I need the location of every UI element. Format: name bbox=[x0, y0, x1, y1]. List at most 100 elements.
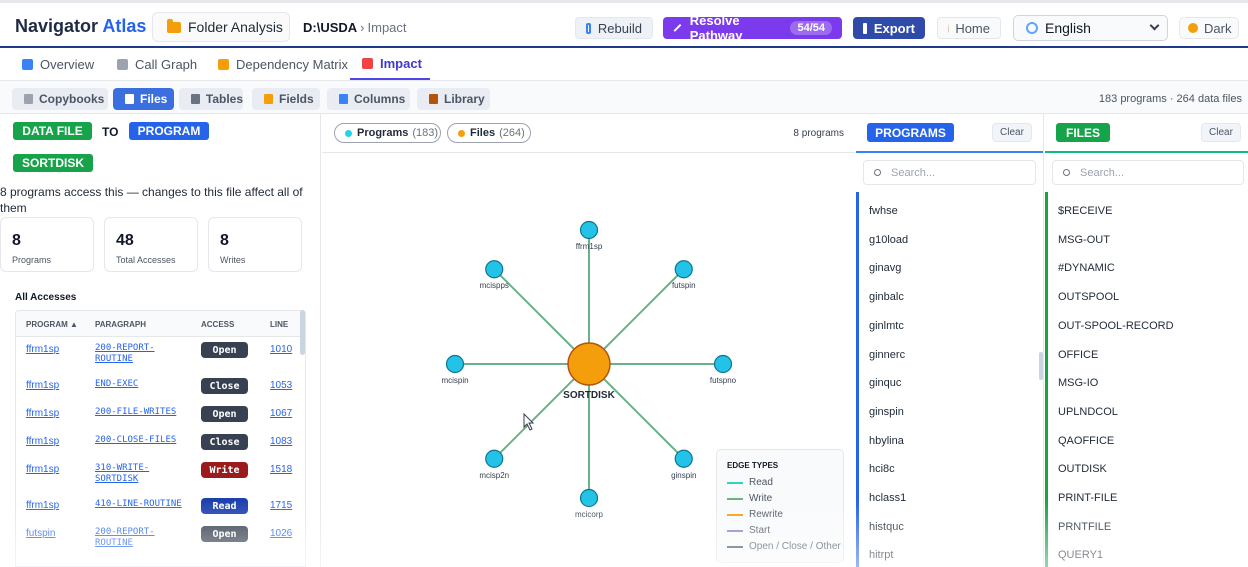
resolve-pathway-button[interactable]: Resolve Pathway 54/54 bbox=[663, 13, 842, 43]
file-node[interactable] bbox=[567, 342, 611, 386]
subtab-tables[interactable]: Tables bbox=[179, 88, 243, 110]
table-row[interactable]: ffrm1sp 310-WRITE-SORTDISK Write 1518 bbox=[16, 459, 305, 489]
tab-call-graph[interactable]: Call Graph bbox=[117, 48, 197, 80]
program-link[interactable]: ffrm1sp bbox=[26, 380, 59, 391]
tab-impact[interactable]: Impact bbox=[350, 48, 430, 80]
program-node[interactable] bbox=[579, 220, 599, 240]
line-link[interactable]: 1083 bbox=[270, 436, 292, 447]
file-list-item[interactable]: $RECEIVE bbox=[1058, 205, 1112, 217]
program-list-item[interactable]: ginnerc bbox=[869, 349, 905, 361]
program-link[interactable]: ffrm1sp bbox=[26, 464, 59, 475]
program-node[interactable] bbox=[445, 354, 465, 374]
subtab-library[interactable]: Library bbox=[417, 88, 490, 110]
file-list-item[interactable]: QAOFFICE bbox=[1058, 435, 1114, 447]
program-node[interactable] bbox=[579, 488, 599, 508]
file-list-item[interactable]: PRNTFILE bbox=[1058, 521, 1111, 533]
paragraph-link[interactable]: 310-WRITE-SORTDISK bbox=[95, 463, 187, 485]
stat-label: Total Accesses bbox=[116, 255, 176, 265]
line-link[interactable]: 1715 bbox=[270, 500, 292, 511]
files-search-input[interactable]: Search... bbox=[1052, 160, 1244, 185]
rebuild-button[interactable]: Rebuild bbox=[575, 17, 653, 39]
paragraph-link[interactable]: 200-CLOSE-FILES bbox=[95, 435, 187, 446]
program-list-item[interactable]: ginquc bbox=[869, 377, 901, 389]
program-node[interactable] bbox=[674, 260, 693, 279]
paragraph-link[interactable]: 410-LINE-ROUTINE bbox=[95, 499, 187, 510]
file-list-item[interactable]: UPLNDCOL bbox=[1058, 406, 1118, 418]
program-list-item[interactable]: hitrpt bbox=[869, 549, 893, 561]
files-clear-button[interactable]: Clear bbox=[1201, 123, 1241, 142]
table-row[interactable]: ffrm1sp END-EXEC Close 1053 bbox=[16, 375, 305, 405]
program-node[interactable] bbox=[485, 260, 504, 279]
column-program[interactable]: PROGRAM ▲ bbox=[26, 320, 78, 329]
to-type-badge[interactable]: PROGRAM bbox=[129, 122, 209, 140]
breadcrumb: D:\USDA › Impact bbox=[303, 20, 407, 35]
from-type-badge[interactable]: DATA FILE bbox=[13, 122, 92, 140]
programs-clear-button[interactable]: Clear bbox=[992, 123, 1032, 142]
column-access[interactable]: ACCESS bbox=[201, 320, 234, 329]
export-button[interactable]: Export bbox=[853, 17, 925, 39]
file-list-item[interactable]: #DYNAMIC bbox=[1058, 262, 1115, 274]
program-list-item[interactable]: fwhse bbox=[869, 205, 898, 217]
file-list-item[interactable]: OUTSPOOL bbox=[1058, 291, 1119, 303]
program-node[interactable] bbox=[674, 449, 693, 468]
filter-programs-chip[interactable]: Programs (183) bbox=[334, 123, 441, 143]
line-link[interactable]: 1067 bbox=[270, 408, 292, 419]
file-list-item[interactable]: QUERY1 bbox=[1058, 549, 1103, 561]
file-list-item[interactable]: OUTDISK bbox=[1058, 463, 1107, 475]
paragraph-link[interactable]: 200-REPORT-ROUTINE bbox=[95, 527, 187, 549]
language-select[interactable]: English bbox=[1013, 15, 1168, 41]
program-link[interactable]: ffrm1sp bbox=[26, 436, 59, 447]
paragraph-link[interactable]: END-EXEC bbox=[95, 379, 187, 390]
file-list-item[interactable]: PRINT-FILE bbox=[1058, 492, 1117, 504]
home-button[interactable]: Home bbox=[937, 17, 1001, 39]
program-list-item[interactable]: ginspin bbox=[869, 406, 904, 418]
theme-toggle[interactable]: Dark bbox=[1179, 17, 1239, 39]
legend-label: Start bbox=[749, 525, 771, 536]
access-badge: Close bbox=[201, 434, 248, 450]
program-link[interactable]: ffrm1sp bbox=[26, 344, 59, 355]
program-node[interactable] bbox=[713, 354, 733, 374]
program-list-item[interactable]: hci8c bbox=[869, 463, 895, 475]
line-link[interactable]: 1010 bbox=[270, 344, 292, 355]
line-link[interactable]: 1518 bbox=[270, 464, 292, 475]
program-link[interactable]: ffrm1sp bbox=[26, 500, 59, 511]
program-list-item[interactable]: histquc bbox=[869, 521, 904, 533]
program-node[interactable] bbox=[485, 449, 504, 468]
paragraph-link[interactable]: 200-FILE-WRITES bbox=[95, 407, 187, 418]
program-list-item[interactable]: ginbalc bbox=[869, 291, 904, 303]
folder-analysis-button[interactable]: Folder Analysis bbox=[152, 12, 290, 42]
programs-list-scrollbar[interactable] bbox=[1039, 352, 1043, 380]
program-list-item[interactable]: g10load bbox=[869, 234, 908, 246]
filter-files-chip[interactable]: Files (264) bbox=[447, 123, 531, 143]
subtab-fields[interactable]: Fields bbox=[252, 88, 320, 110]
program-list-item[interactable]: hbylina bbox=[869, 435, 904, 447]
program-link[interactable]: ffrm1sp bbox=[26, 408, 59, 419]
tab-overview[interactable]: Overview bbox=[22, 48, 94, 80]
line-link[interactable]: 1053 bbox=[270, 380, 292, 391]
tab-dependency-matrix[interactable]: Dependency Matrix bbox=[218, 48, 348, 80]
table-row[interactable]: ffrm1sp 200-FILE-WRITES Open 1067 bbox=[16, 403, 305, 433]
file-list-item[interactable]: MSG-OUT bbox=[1058, 234, 1110, 246]
program-link[interactable]: futspin bbox=[26, 528, 55, 539]
stat-writes: 8 Writes bbox=[208, 217, 302, 272]
table-scrollbar[interactable] bbox=[300, 310, 305, 355]
table-row[interactable]: ffrm1sp 200-REPORT-ROUTINE Open 1010 bbox=[16, 339, 305, 369]
programs-search-input[interactable]: Search... bbox=[863, 160, 1036, 185]
line-link[interactable]: 1026 bbox=[270, 528, 292, 539]
table-row[interactable]: ffrm1sp 410-LINE-ROUTINE Read 1715 bbox=[16, 495, 305, 525]
paragraph-link[interactable]: 200-REPORT-ROUTINE bbox=[95, 343, 187, 365]
table-header: PROGRAM ▲ PARAGRAPH ACCESS LINE bbox=[16, 311, 305, 337]
table-row[interactable]: ffrm1sp 200-CLOSE-FILES Close 1083 bbox=[16, 431, 305, 461]
program-list-item[interactable]: hclass1 bbox=[869, 492, 906, 504]
subtab-files[interactable]: Files bbox=[113, 88, 174, 110]
program-list-item[interactable]: ginlmtc bbox=[869, 320, 904, 332]
subtab-columns[interactable]: Columns bbox=[327, 88, 410, 110]
file-list-item[interactable]: OFFICE bbox=[1058, 349, 1098, 361]
subtab-copybooks[interactable]: Copybooks bbox=[12, 88, 108, 110]
program-list-item[interactable]: ginavg bbox=[869, 262, 901, 274]
table-row[interactable]: futspin 200-REPORT-ROUTINE Open 1026 bbox=[16, 523, 305, 553]
file-list-item[interactable]: MSG-IO bbox=[1058, 377, 1098, 389]
column-paragraph[interactable]: PARAGRAPH bbox=[95, 320, 146, 329]
column-line[interactable]: LINE bbox=[270, 320, 288, 329]
file-list-item[interactable]: OUT-SPOOL-RECORD bbox=[1058, 320, 1174, 332]
